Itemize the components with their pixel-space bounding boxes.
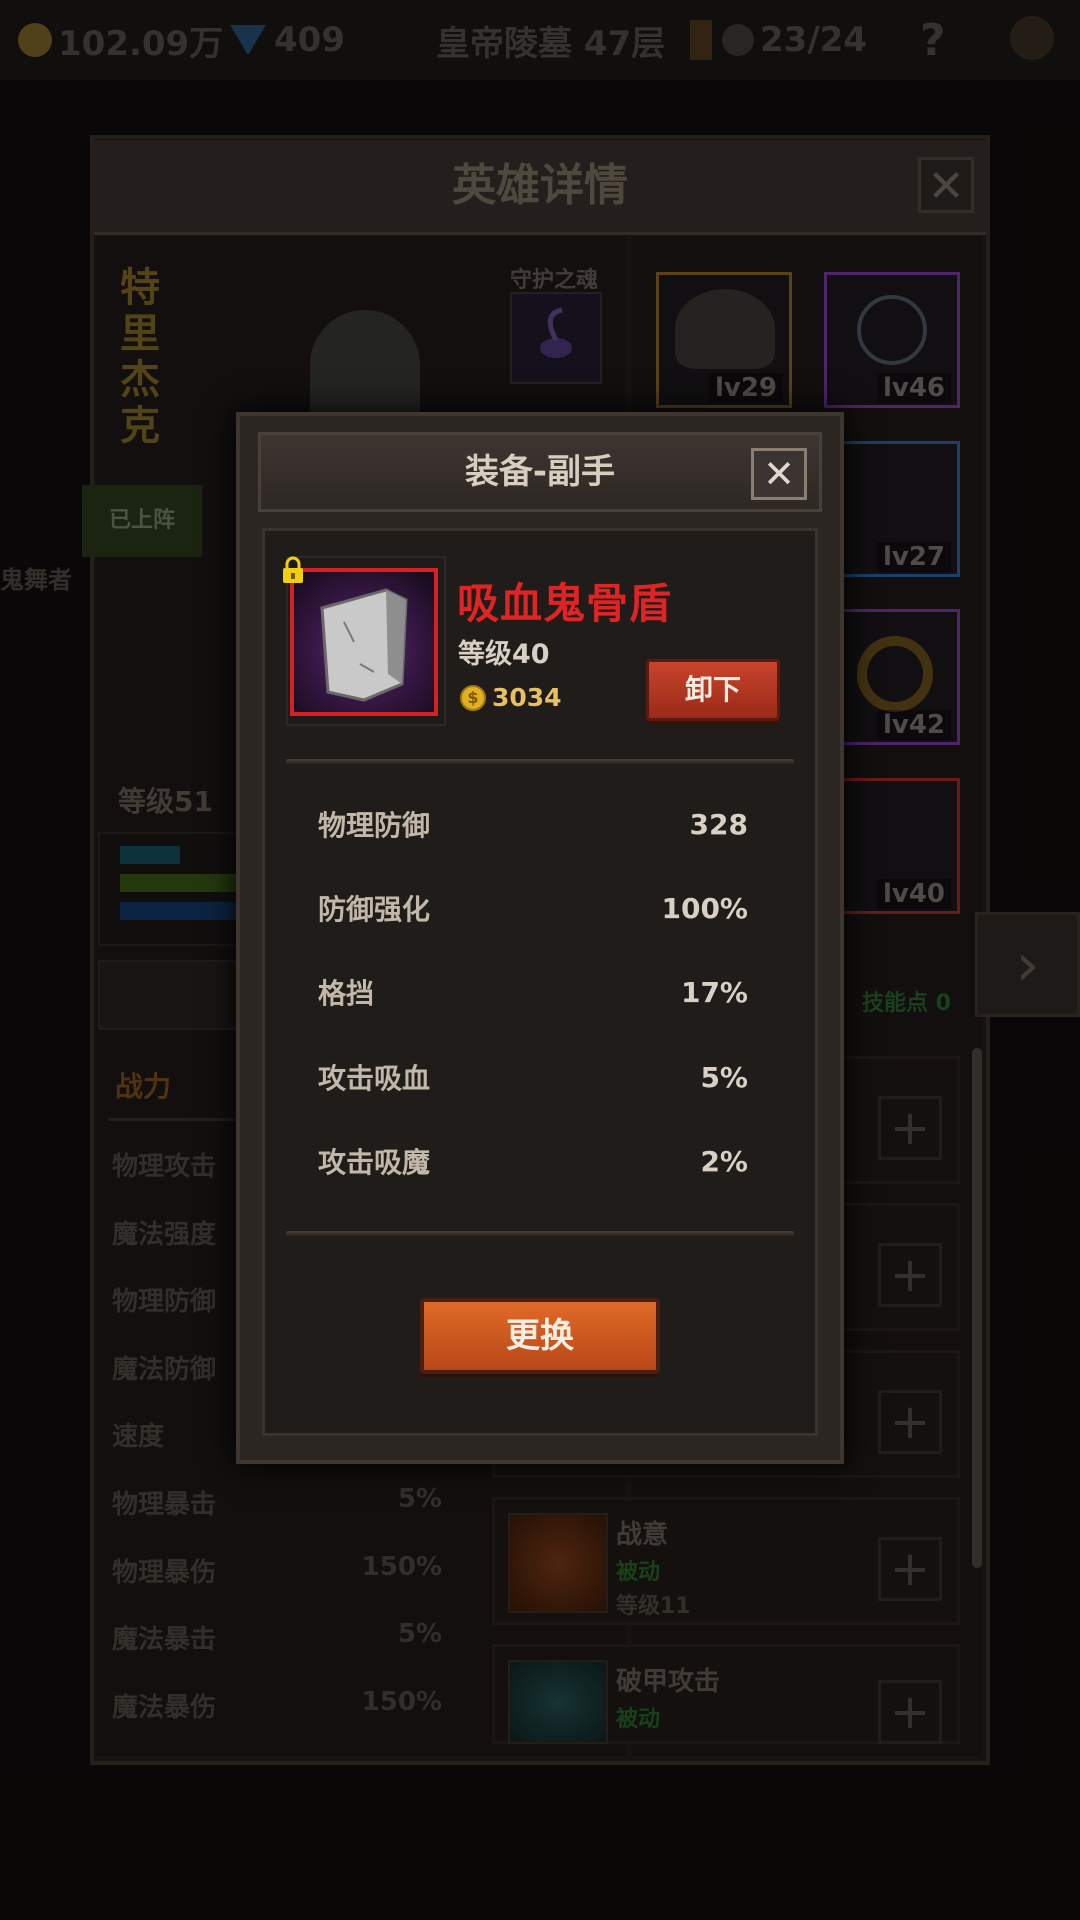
attribute-row: 攻击吸魔 2% bbox=[318, 1141, 748, 1181]
attribute-name: 格挡 bbox=[318, 977, 375, 1010]
attribute-name: 攻击吸魔 bbox=[318, 1146, 431, 1179]
attribute-value: 2% bbox=[700, 1144, 748, 1178]
lock-icon[interactable] bbox=[280, 556, 306, 584]
attribute-row: 防御强化 100% bbox=[318, 888, 748, 928]
attribute-row: 物理防御 328 bbox=[318, 804, 748, 844]
attribute-value: 328 bbox=[689, 807, 748, 841]
attribute-row: 攻击吸血 5% bbox=[318, 1057, 748, 1097]
attribute-value: 5% bbox=[700, 1060, 748, 1094]
attribute-value: 17% bbox=[680, 975, 748, 1009]
unequip-button[interactable]: 卸下 bbox=[646, 659, 780, 721]
divider bbox=[286, 759, 794, 764]
attribute-row: 格挡 17% bbox=[318, 972, 748, 1012]
dialog-close-button[interactable]: ✕ bbox=[751, 448, 807, 500]
dialog-title: 装备-副手 bbox=[464, 452, 616, 492]
replace-button[interactable]: 更换 bbox=[420, 1298, 660, 1374]
gold-coin-icon: $ bbox=[460, 685, 486, 711]
item-sell-price: 3034 bbox=[492, 683, 562, 712]
item-name: 吸血鬼骨盾 bbox=[457, 579, 673, 628]
bone-shield-icon bbox=[320, 588, 408, 702]
divider bbox=[286, 1231, 794, 1236]
attribute-name: 物理防御 bbox=[318, 809, 431, 842]
attribute-value: 100% bbox=[661, 891, 748, 925]
item-level: 等级40 bbox=[458, 639, 550, 670]
item-icon-box[interactable] bbox=[290, 568, 438, 716]
attribute-name: 防御强化 bbox=[318, 893, 431, 926]
attribute-name: 攻击吸血 bbox=[318, 1062, 431, 1095]
